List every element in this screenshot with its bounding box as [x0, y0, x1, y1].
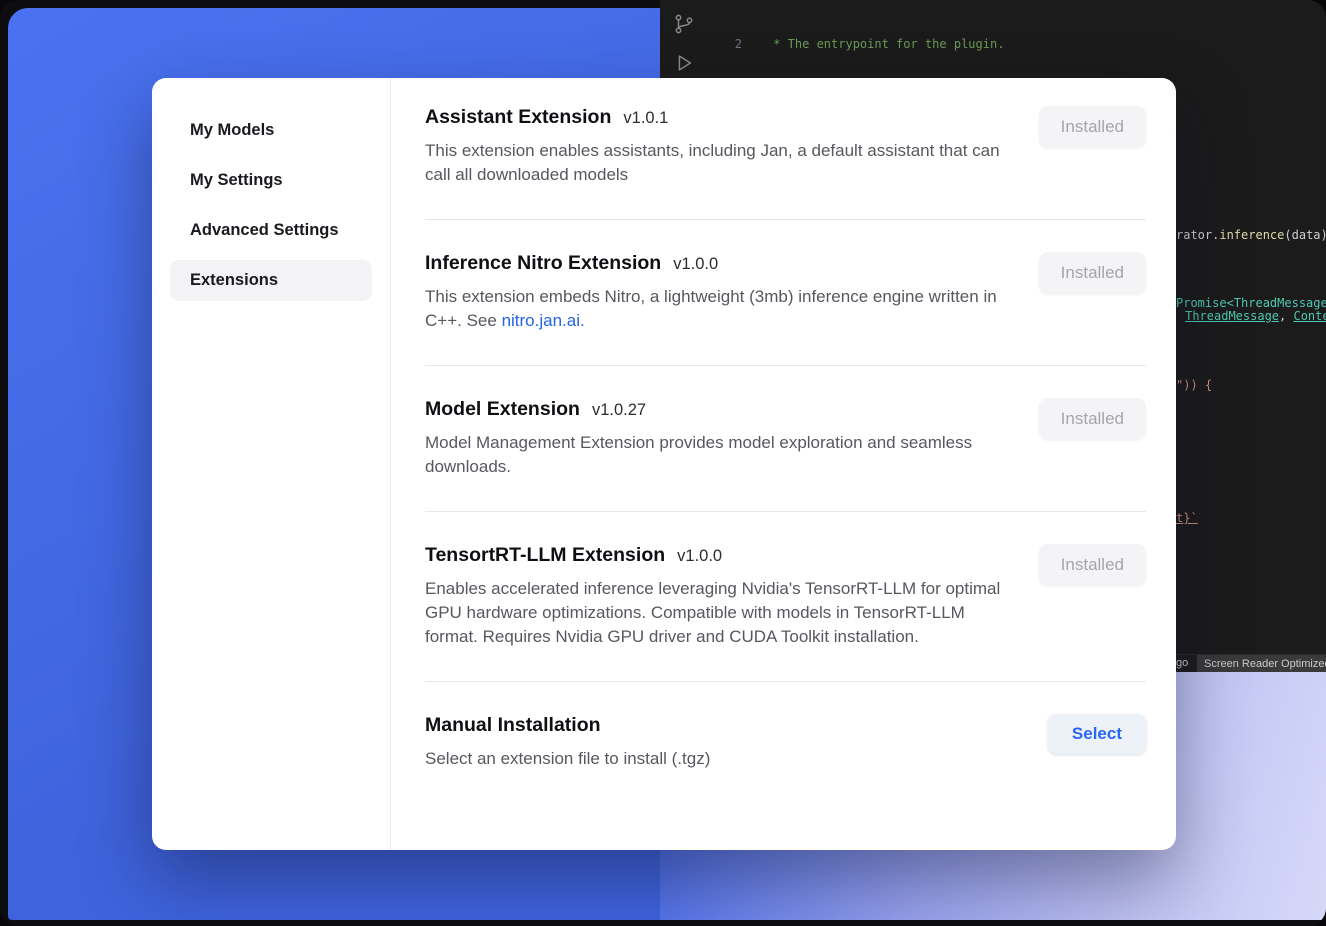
extension-version: v1.0.27 [592, 401, 646, 420]
extension-row: Assistant Extension v1.0.1 This extensio… [425, 106, 1146, 220]
extension-description: Enables accelerated inference leveraging… [425, 577, 1003, 649]
row-divider [425, 511, 1146, 512]
sidebar-item-my-models[interactable]: My Models [170, 110, 372, 151]
installed-button[interactable]: Installed [1039, 398, 1146, 440]
extension-row: Model Extension v1.0.27 Model Management… [425, 398, 1146, 512]
extension-name: TensortRT-LLM Extension [425, 544, 665, 567]
row-divider [425, 219, 1146, 220]
extension-name: Model Extension [425, 398, 580, 421]
extension-description: This extension enables assistants, inclu… [425, 139, 1003, 187]
run-icon[interactable] [673, 52, 695, 74]
code-line: 2 * The entrypoint for the plugin. [660, 36, 1326, 53]
code-fragment: Promise<ThreadMessage> [1176, 296, 1326, 310]
extensions-panel: Assistant Extension v1.0.1 This extensio… [391, 78, 1176, 850]
extension-list: Assistant Extension v1.0.1 This extensio… [425, 106, 1146, 682]
sidebar-item-my-settings[interactable]: My Settings [170, 160, 372, 201]
extension-row: TensortRT-LLM Extension v1.0.0 Enables a… [425, 544, 1146, 682]
extension-row: Inference Nitro Extension v1.0.0 This ex… [425, 252, 1146, 366]
extension-version: v1.0.0 [677, 547, 722, 566]
source-control-icon[interactable] [673, 13, 695, 35]
statusbar-mode-text: go [1176, 657, 1188, 669]
code-fragment: t}` [1176, 511, 1198, 525]
installed-button[interactable]: Installed [1039, 252, 1146, 294]
row-divider [425, 681, 1146, 682]
settings-sidebar: My Models My Settings Advanced Settings … [152, 78, 391, 850]
extension-description: This extension embeds Nitro, a lightweig… [425, 285, 1003, 333]
extension-link[interactable]: nitro.jan.ai. [502, 311, 585, 330]
code-fragment: ")) { [1176, 378, 1212, 392]
settings-modal: My Models My Settings Advanced Settings … [152, 78, 1176, 850]
installed-button[interactable]: Installed [1039, 544, 1146, 586]
manual-installation-description: Select an extension file to install (.tg… [425, 747, 710, 771]
extension-name: Assistant Extension [425, 106, 611, 129]
manual-installation-title: Manual Installation [425, 714, 601, 737]
extension-description: Model Management Extension provides mode… [425, 431, 1003, 479]
screen: 2 * The entrypoint for the plugin. 3 */ … [0, 0, 1326, 926]
installed-button[interactable]: Installed [1039, 106, 1146, 148]
select-file-button[interactable]: Select [1048, 714, 1146, 754]
code-fragment: rator.inference(data)); [1176, 228, 1326, 242]
screen-reader-statusbar-button[interactable]: Screen Reader Optimized [1197, 655, 1326, 673]
sidebar-item-advanced-settings[interactable]: Advanced Settings [170, 210, 372, 251]
manual-installation-row: Manual Installation Select an extension … [425, 714, 1146, 771]
line-code: * The entrypoint for the plugin. [766, 36, 1004, 53]
sidebar-nav: My Models My Settings Advanced Settings … [152, 110, 390, 301]
row-divider [425, 365, 1146, 366]
extension-version: v1.0.1 [623, 109, 668, 128]
extension-version: v1.0.0 [673, 255, 718, 274]
sidebar-item-extensions[interactable]: Extensions [170, 260, 372, 301]
extension-name: Inference Nitro Extension [425, 252, 661, 275]
